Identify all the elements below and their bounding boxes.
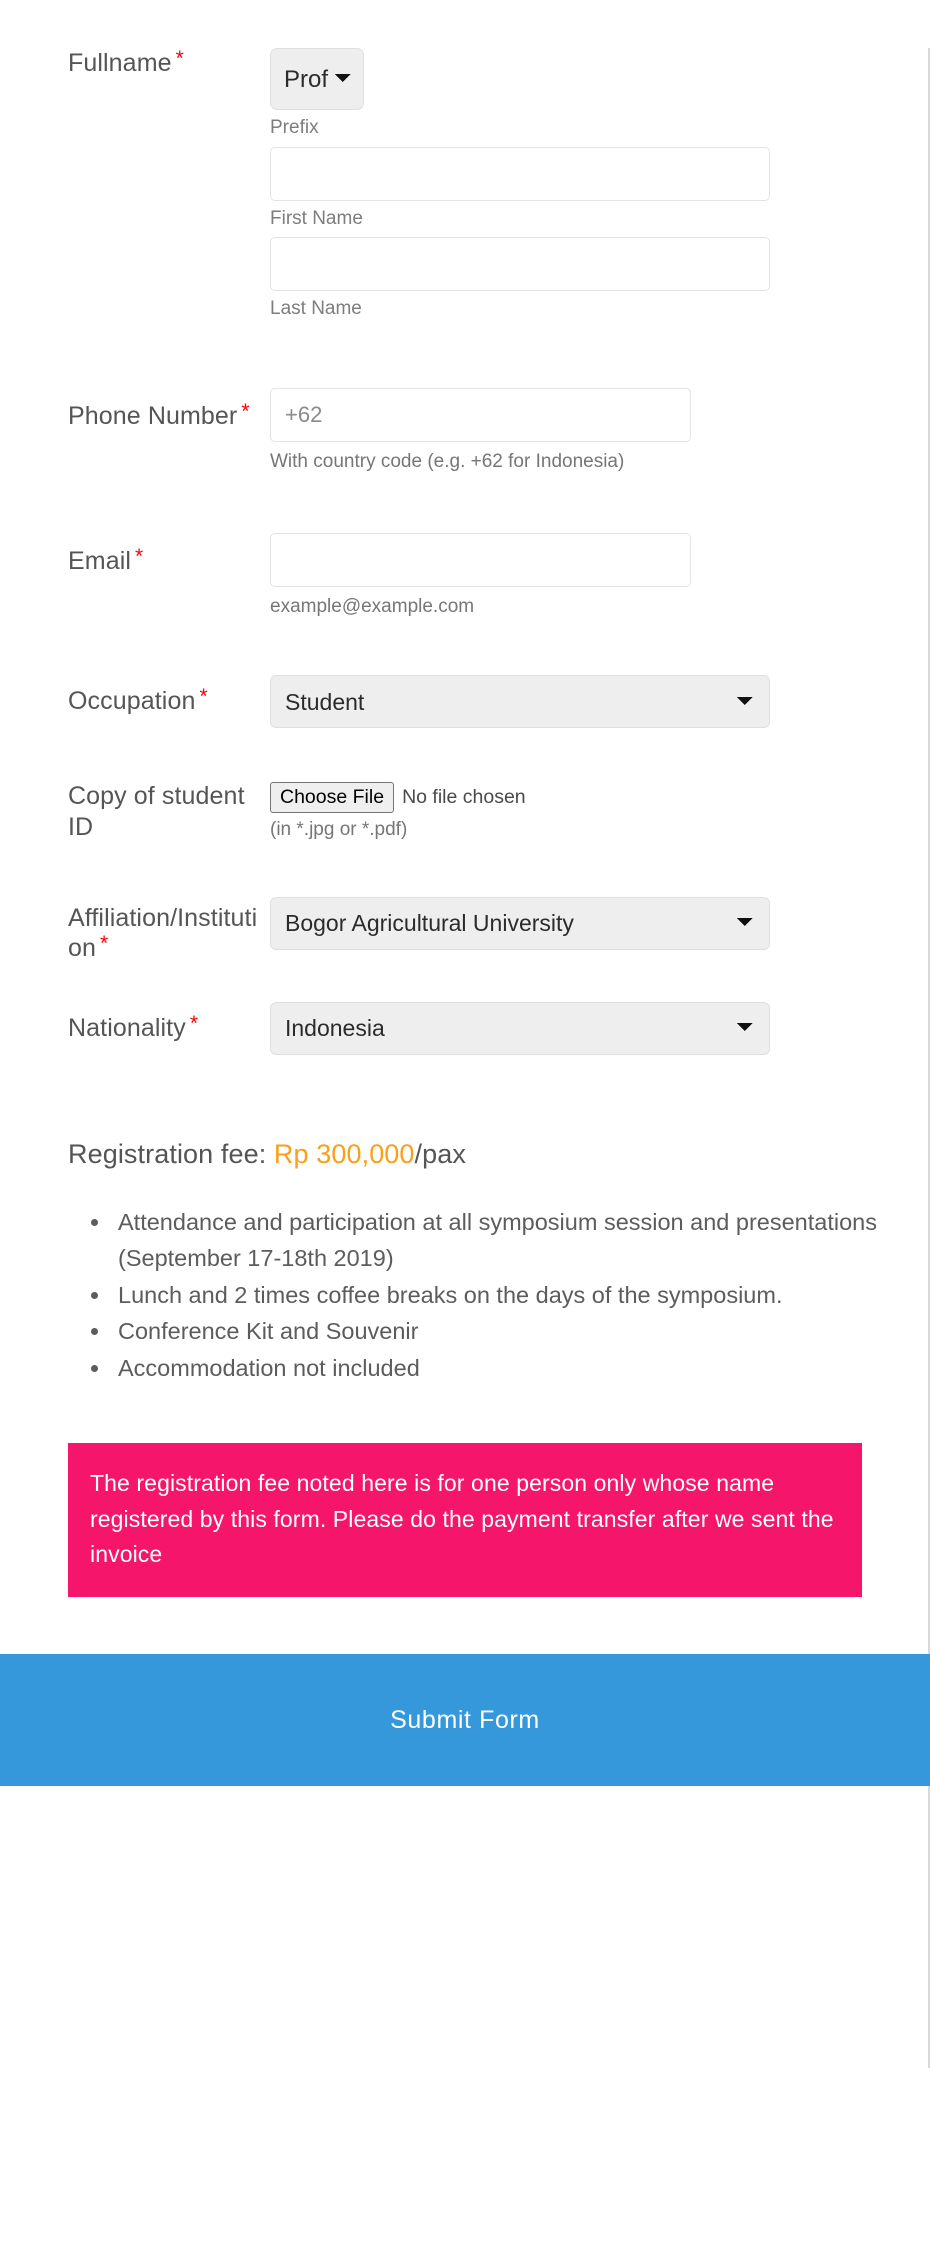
registration-fee-heading: Registration fee: Rp 300,000/pax bbox=[0, 1139, 930, 1170]
prefix-sublabel: Prefix bbox=[270, 117, 319, 138]
field-row-occupation: Occupation* StudentLecturerResearcherPro… bbox=[0, 675, 930, 729]
student-id-label: Copy of student ID bbox=[0, 780, 268, 842]
nationality-label: Nationality * bbox=[0, 1002, 268, 1044]
phone-label-text: Phone Number bbox=[68, 402, 238, 431]
submit-form-button[interactable]: Submit Form bbox=[390, 1706, 540, 1735]
fullname-label-text: Fullname bbox=[68, 49, 172, 77]
first-name-sublabel: First Name bbox=[270, 207, 363, 229]
nationality-label-text: Nationality bbox=[68, 1013, 186, 1042]
field-row-phone: Phone Number* With country code (e.g. +6… bbox=[0, 388, 930, 475]
email-label: Email * bbox=[0, 533, 268, 577]
phone-input[interactable] bbox=[270, 388, 691, 443]
occupation-fields: StudentLecturerResearcherProfessional bbox=[268, 675, 930, 729]
fee-inclusions-list: Attendance and participation at all symp… bbox=[0, 1204, 930, 1386]
field-row-student-id: Copy of student ID Choose File No file c… bbox=[0, 780, 930, 843]
list-item: Accommodation not included bbox=[112, 1350, 930, 1386]
registration-fee-notice: The registration fee noted here is for o… bbox=[68, 1443, 862, 1598]
required-asterisk: * bbox=[241, 400, 250, 424]
file-status-text: No file chosen bbox=[402, 785, 526, 808]
required-asterisk: * bbox=[100, 932, 109, 956]
nationality-select[interactable]: IndonesiaOther bbox=[270, 1001, 770, 1055]
email-input[interactable] bbox=[270, 532, 691, 587]
phone-hint: With country code (e.g. +62 for Indonesi… bbox=[270, 451, 625, 473]
required-asterisk: * bbox=[199, 685, 208, 709]
affiliation-select[interactable]: Bogor Agricultural UniversityOther bbox=[270, 896, 770, 950]
file-input-control[interactable]: Choose File No file chosen bbox=[270, 780, 930, 814]
required-asterisk: * bbox=[175, 47, 184, 70]
affiliation-label: Affiliation/Institution * bbox=[0, 897, 268, 964]
occupation-label: Occupation * bbox=[0, 675, 268, 717]
field-row-affiliation: Affiliation/Institution * Bogor Agricultu… bbox=[0, 896, 930, 964]
affiliation-fields: Bogor Agricultural UniversityOther bbox=[268, 896, 930, 950]
required-asterisk: * bbox=[135, 544, 144, 568]
notice-text: The registration fee noted here is for o… bbox=[90, 1470, 834, 1568]
last-name-sublabel: Last Name bbox=[270, 298, 362, 320]
occupation-select[interactable]: StudentLecturerResearcherProfessional bbox=[270, 675, 770, 729]
email-fields: example@example.com bbox=[268, 532, 930, 620]
required-asterisk: * bbox=[189, 1011, 199, 1035]
student-id-fields: Choose File No file chosen (in *.jpg or … bbox=[268, 780, 930, 843]
choose-file-button[interactable]: Choose File bbox=[270, 781, 395, 814]
phone-fields: With country code (e.g. +62 for Indonesi… bbox=[268, 388, 930, 475]
fee-heading-prefix: Registration fee: bbox=[68, 1138, 267, 1169]
field-row-fullname: Fullname* Prof.Dr.Mr.Mrs.Ms. Prefix Firs… bbox=[0, 48, 930, 328]
first-name-input[interactable] bbox=[270, 146, 770, 201]
nationality-fields: IndonesiaOther bbox=[268, 1001, 930, 1055]
list-item: Attendance and participation at all symp… bbox=[112, 1204, 930, 1277]
list-item: Lunch and 2 times coffee breaks on the d… bbox=[112, 1277, 930, 1313]
student-id-label-text: Copy of student ID bbox=[68, 782, 245, 841]
list-item: Conference Kit and Souvenir bbox=[112, 1313, 930, 1349]
fee-amount: Rp 300,000 bbox=[273, 1138, 415, 1169]
submit-bar: Submit Form bbox=[0, 1654, 930, 1787]
occupation-label-text: Occupation bbox=[68, 687, 196, 716]
fee-suffix: /pax bbox=[414, 1138, 466, 1169]
phone-label: Phone Number * bbox=[0, 388, 268, 432]
field-row-email: Email * example@example.com bbox=[0, 532, 930, 620]
email-label-text: Email bbox=[68, 546, 132, 575]
field-row-nationality: Nationality* IndonesiaOther bbox=[0, 1001, 930, 1055]
last-name-input[interactable] bbox=[270, 237, 770, 292]
fullname-fields: Prof.Dr.Mr.Mrs.Ms. Prefix First Name Las… bbox=[268, 48, 930, 328]
fullname-label: Fullname * bbox=[0, 48, 268, 79]
email-hint: example@example.com bbox=[270, 595, 475, 617]
registration-form-page: Fullname* Prof.Dr.Mr.Mrs.Ms. Prefix Firs… bbox=[0, 48, 930, 1787]
student-id-hint: (in *.jpg or *.pdf) bbox=[270, 819, 408, 841]
prefix-select[interactable]: Prof.Dr.Mr.Mrs.Ms. bbox=[270, 48, 364, 110]
